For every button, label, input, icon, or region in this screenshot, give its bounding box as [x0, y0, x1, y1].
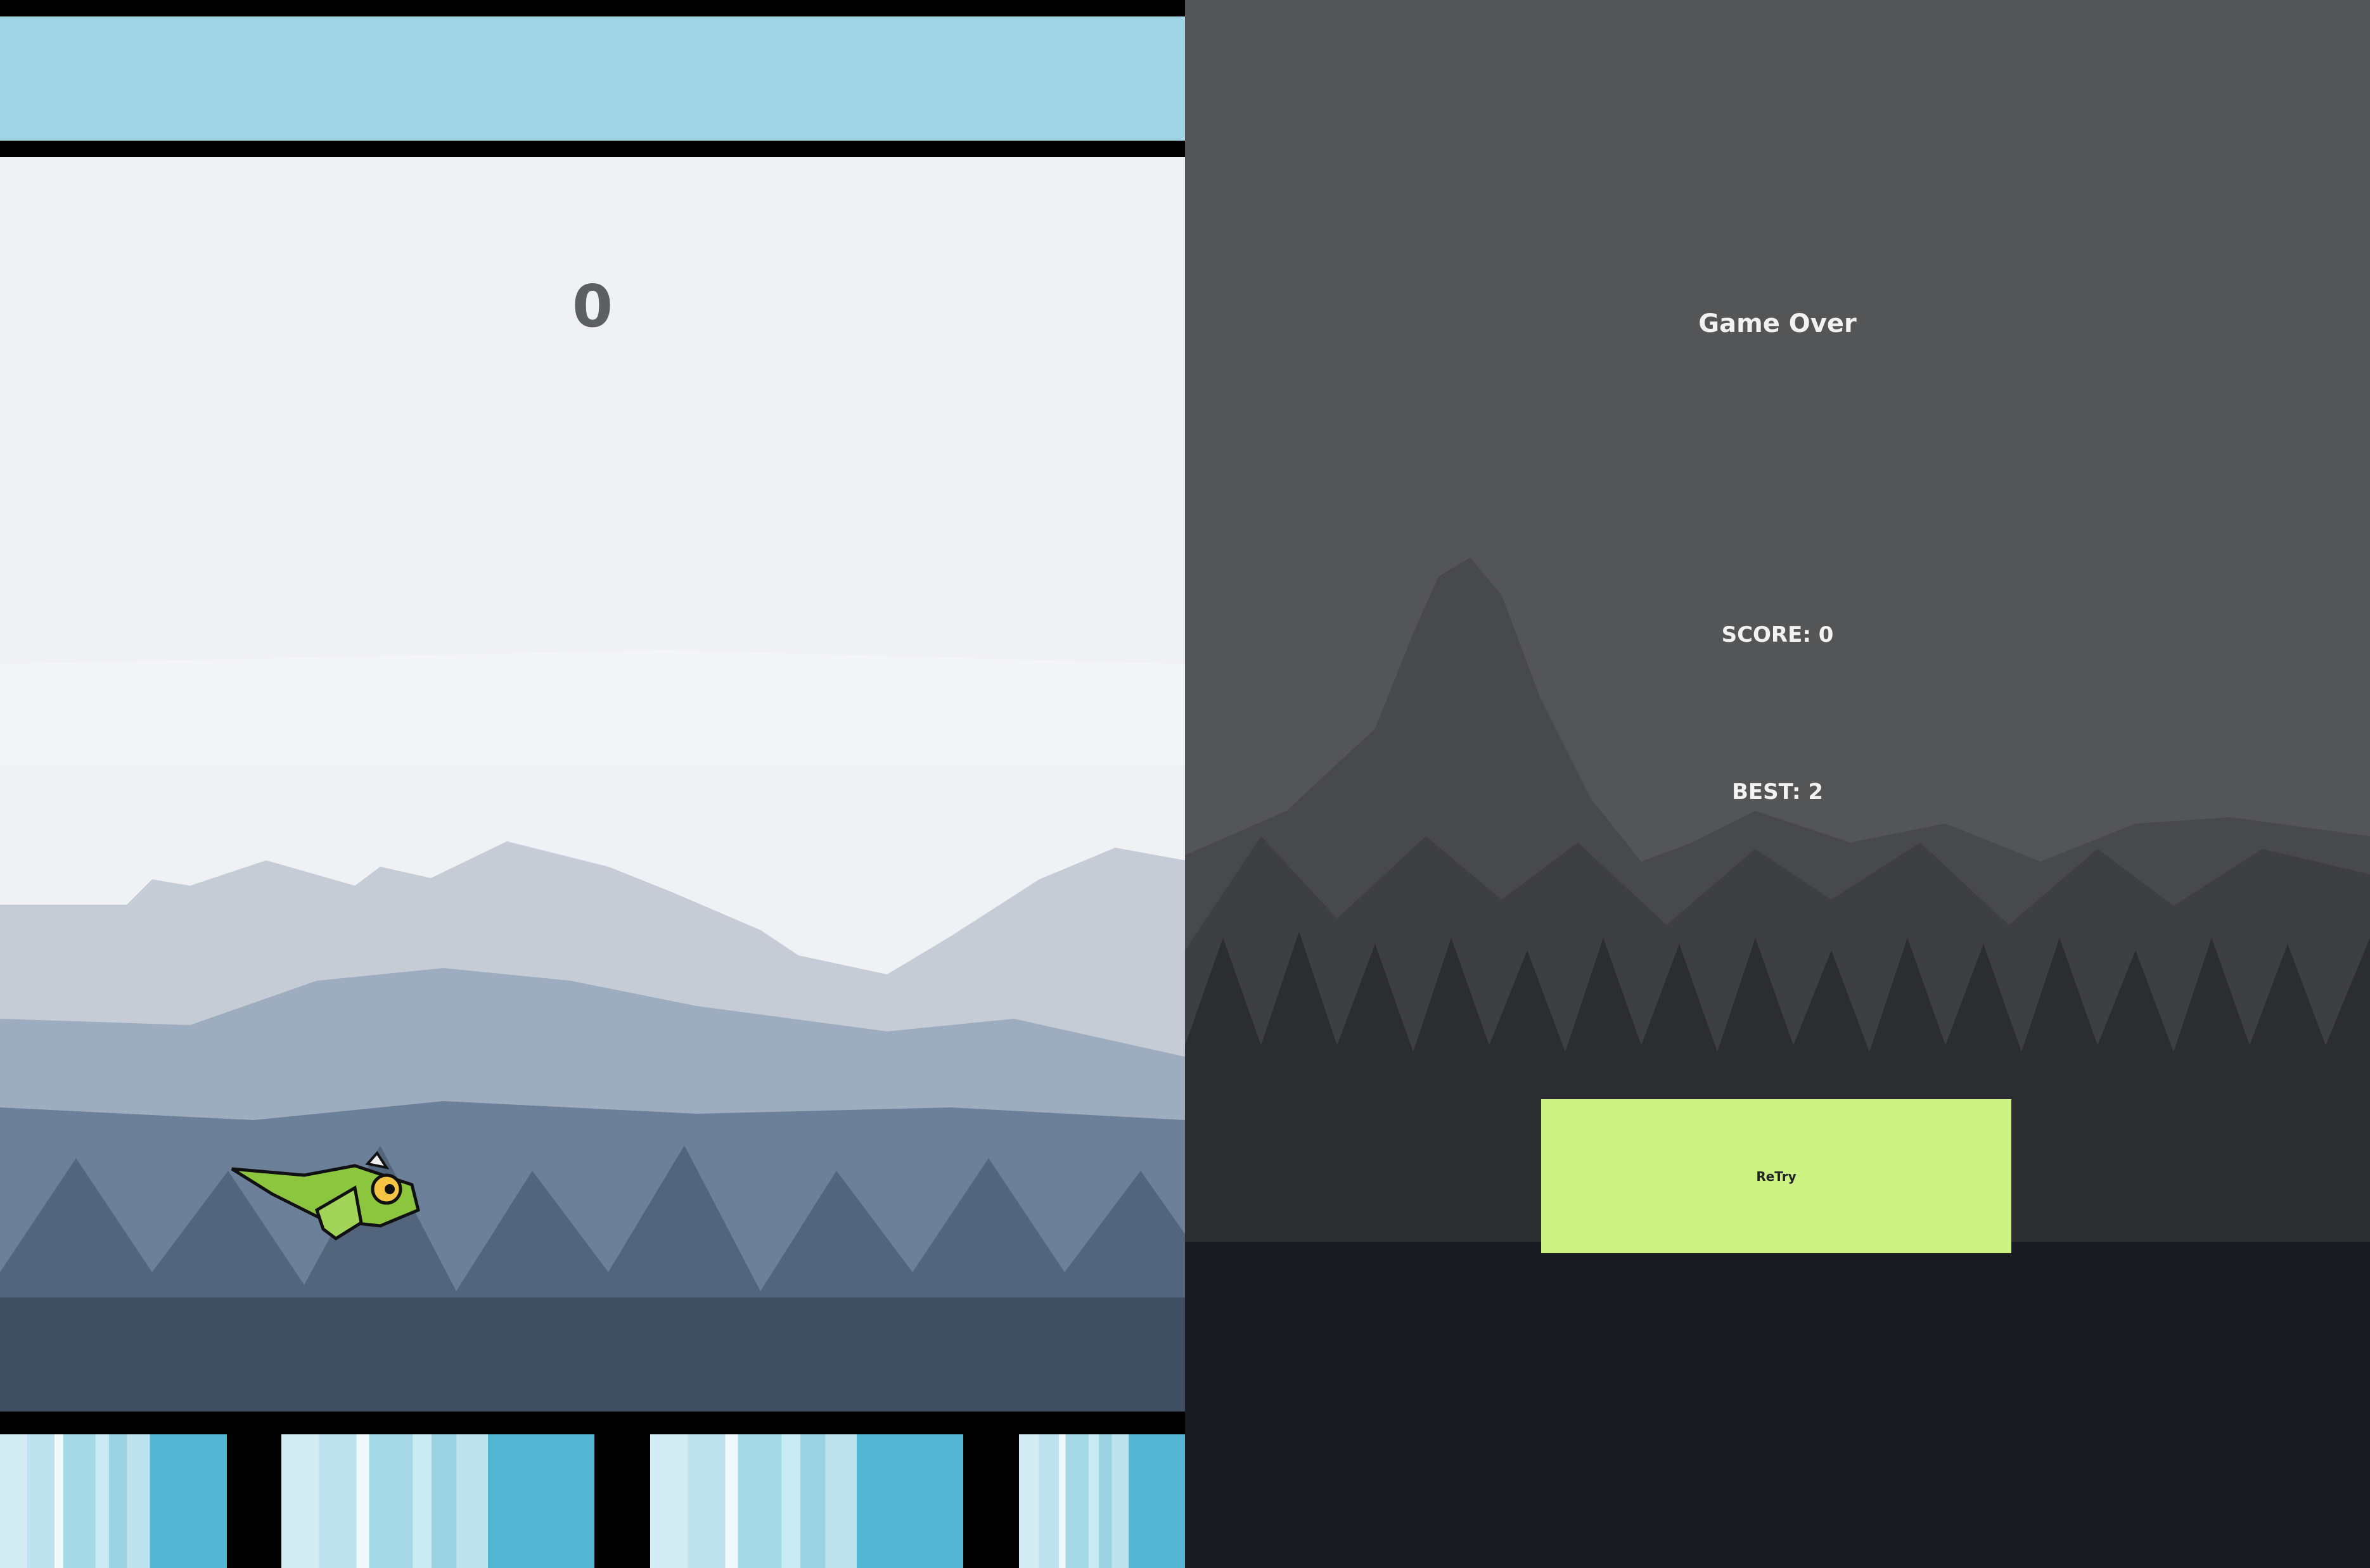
bottom-pipe — [650, 1434, 963, 1568]
bottom-pipe — [0, 1434, 227, 1568]
ground-bar — [0, 1412, 1185, 1568]
dragon-icon — [231, 1151, 420, 1241]
bottom-pipe — [1019, 1434, 1185, 1568]
top-pipe-body — [0, 16, 1185, 141]
best-score: BEST: 2 — [1731, 779, 1824, 805]
game-screen[interactable]: 0 — [0, 0, 1185, 1568]
final-score: SCORE: 0 — [1721, 622, 1834, 647]
game-over-title: Game Over — [1698, 309, 1857, 338]
mountain-forest-background — [0, 157, 1185, 1412]
bottom-pipe — [281, 1434, 594, 1568]
top-pipe — [0, 0, 1185, 157]
retry-button[interactable]: ReTry — [1541, 1099, 2011, 1253]
game-over-screen: Game Over SCORE: 0 BEST: 2 ReTry — [1185, 0, 2370, 1568]
current-score: 0 — [572, 272, 613, 340]
